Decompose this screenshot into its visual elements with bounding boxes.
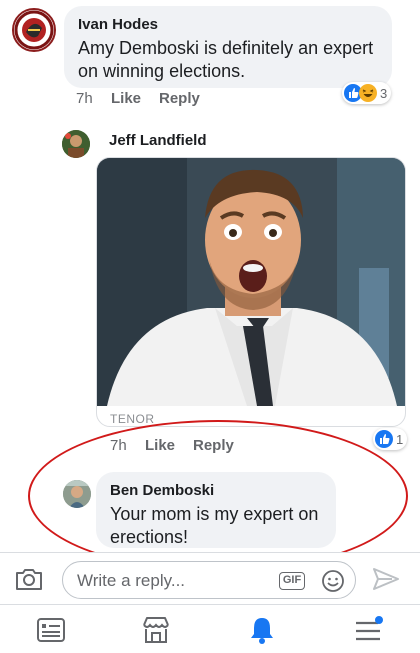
gif-icon[interactable]: GIF xyxy=(279,572,305,590)
like-reaction-icon xyxy=(375,430,393,448)
camera-icon[interactable] xyxy=(14,566,44,592)
profile-photo-icon xyxy=(63,480,91,508)
comment-timestamp: 7h xyxy=(76,90,93,107)
comment-timestamp: 7h xyxy=(110,437,127,454)
profile-photo-icon xyxy=(62,130,90,158)
reply-composer: Write a reply... GIF xyxy=(0,552,420,604)
news-feed-icon[interactable] xyxy=(35,615,67,645)
comment-text: Your mom is my expert on xyxy=(110,504,319,524)
comment-text: on winning elections. xyxy=(78,61,246,81)
like-button[interactable]: Like xyxy=(145,437,175,454)
send-icon[interactable] xyxy=(372,567,400,591)
reply-button[interactable]: Reply xyxy=(193,437,234,454)
avatar-ben-demboski[interactable] xyxy=(63,480,91,508)
comment-text: Amy Demboski is definitely an expert xyxy=(78,38,374,58)
reply-placeholder: Write a reply... xyxy=(77,571,186,590)
like-button[interactable]: Like xyxy=(111,90,141,107)
reaction-summary[interactable]: 3 xyxy=(342,82,392,104)
reply-input[interactable]: Write a reply... GIF xyxy=(62,561,356,599)
notifications-icon[interactable] xyxy=(246,615,278,645)
avatar-jeff-landfield[interactable] xyxy=(62,130,90,158)
haha-reaction-icon xyxy=(359,84,377,102)
comment-author[interactable]: Ivan Hodes xyxy=(78,16,158,33)
avatar-ivan-hodes[interactable] xyxy=(12,8,56,52)
menu-icon[interactable] xyxy=(352,615,384,645)
reaction-count: 3 xyxy=(380,85,388,101)
comment-author[interactable]: Ben Demboski xyxy=(110,482,214,499)
surprised-man-gif-image xyxy=(97,158,405,406)
comment-author[interactable]: Jeff Landfield xyxy=(109,132,207,149)
marketplace-icon[interactable] xyxy=(140,615,172,645)
gif-provider-label: TENOR xyxy=(110,412,155,426)
bottom-tab-bar xyxy=(0,604,420,653)
reaction-count: 1 xyxy=(396,431,404,447)
comment-text: erections! xyxy=(110,527,189,547)
team-logo-icon xyxy=(14,10,54,50)
reply-button[interactable]: Reply xyxy=(159,90,200,107)
gif-icon-label: GIF xyxy=(282,574,302,586)
gif-attachment[interactable] xyxy=(96,157,406,427)
emoji-icon[interactable] xyxy=(321,569,345,593)
reaction-summary[interactable]: 1 xyxy=(373,428,408,450)
